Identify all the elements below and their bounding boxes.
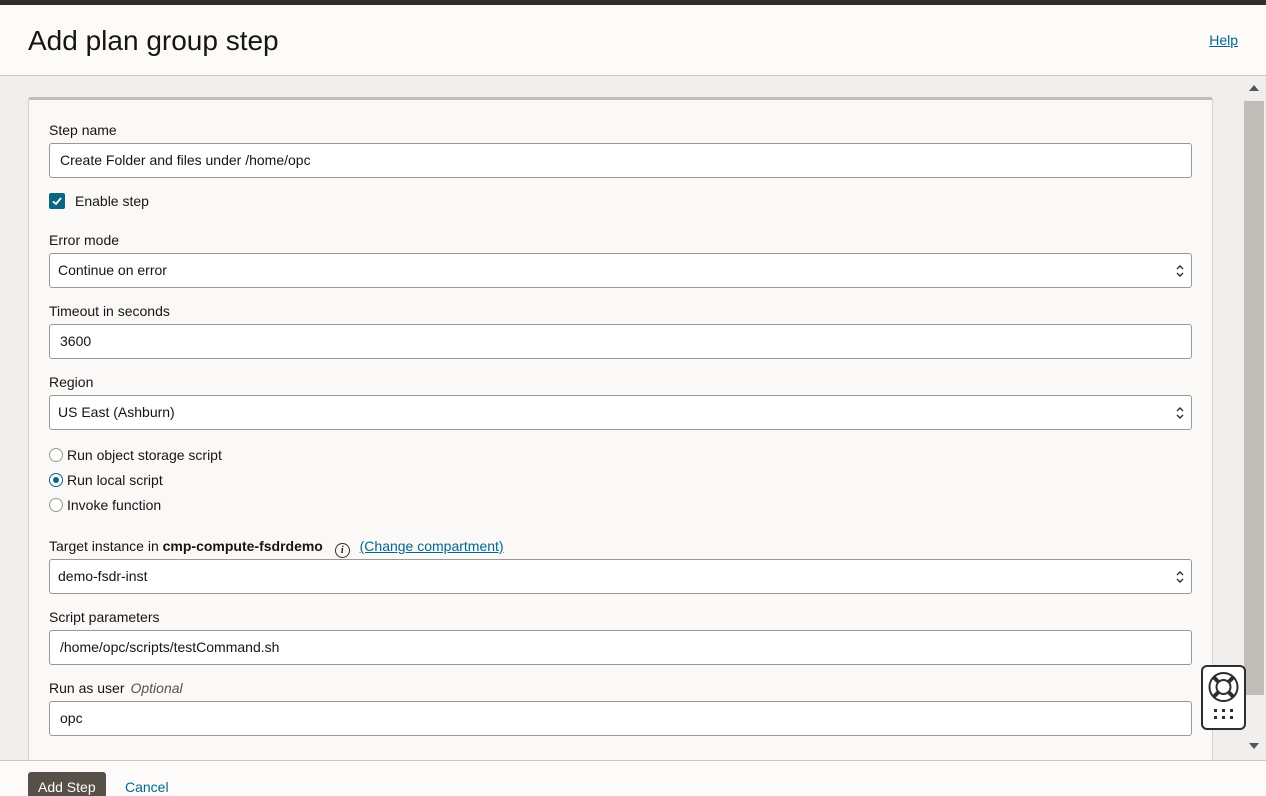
run-as-user-input[interactable]: opc (49, 701, 1192, 736)
radio-local-script-label: Run local script (67, 472, 163, 488)
radio-invoke-function[interactable] (49, 498, 63, 512)
region-label: Region (49, 374, 94, 390)
step-name-input[interactable]: Create Folder and files under /home/opc (49, 143, 1192, 178)
target-instance-select[interactable]: demo-fsdr-inst (49, 559, 1192, 594)
run-as-user-label: Run as user Optional (49, 680, 183, 696)
radio-object-storage-label: Run object storage script (67, 447, 222, 463)
chevron-updown-icon (1176, 407, 1184, 419)
region-value: US East (Ashburn) (58, 404, 175, 420)
error-mode-select[interactable]: Continue on error (49, 253, 1192, 288)
error-mode-label: Error mode (49, 232, 120, 248)
form-panel: Step name Create Folder and files under … (28, 97, 1213, 760)
chevron-updown-icon (1176, 265, 1184, 277)
step-name-label: Step name (49, 122, 117, 138)
page-title: Add plan group step (28, 25, 279, 56)
add-step-button[interactable]: Add Step (28, 772, 106, 796)
cancel-button[interactable]: Cancel (125, 779, 169, 795)
page-header: Add plan group step Help (0, 5, 1266, 76)
radio-invoke-function-label: Invoke function (67, 497, 162, 513)
script-params-input[interactable]: /home/opc/scripts/testCommand.sh (49, 630, 1192, 665)
optional-tag: Optional (130, 680, 183, 696)
info-icon[interactable]: i (334, 543, 350, 558)
run-as-user-text: Run as user (49, 680, 125, 696)
target-instance-prefix: Target instance in (49, 538, 159, 554)
enable-step-label: Enable step (75, 193, 149, 209)
chevron-updown-icon (1176, 571, 1184, 583)
timeout-input[interactable]: 3600 (49, 324, 1192, 359)
checkmark-icon (52, 197, 62, 206)
content-area: Step name Create Folder and files under … (0, 76, 1266, 760)
change-compartment-link[interactable]: (Change compartment) (360, 538, 504, 554)
region-select[interactable]: US East (Ashburn) (49, 395, 1192, 430)
scroll-thumb[interactable] (1244, 101, 1264, 695)
radio-local-script[interactable] (49, 473, 63, 487)
compartment-name: cmp-compute-fsdrdemo (162, 538, 323, 554)
target-instance-label: Target instance in cmp-compute-fsdrdemo … (49, 538, 504, 558)
footer-bar: Add Step Cancel (0, 760, 1266, 796)
lifebuoy-icon (1208, 672, 1239, 719)
help-link[interactable]: Help (1209, 32, 1238, 48)
error-mode-value: Continue on error (58, 262, 167, 278)
vertical-scrollbar[interactable] (1243, 76, 1266, 760)
enable-step-checkbox[interactable] (49, 193, 65, 209)
scroll-down-icon[interactable] (1249, 743, 1259, 749)
help-widget[interactable] (1201, 665, 1246, 730)
radio-object-storage-script[interactable] (49, 448, 63, 462)
timeout-label: Timeout in seconds (49, 303, 170, 319)
script-params-label: Script parameters (49, 609, 160, 625)
scroll-up-icon[interactable] (1249, 85, 1259, 91)
target-instance-value: demo-fsdr-inst (58, 568, 148, 584)
